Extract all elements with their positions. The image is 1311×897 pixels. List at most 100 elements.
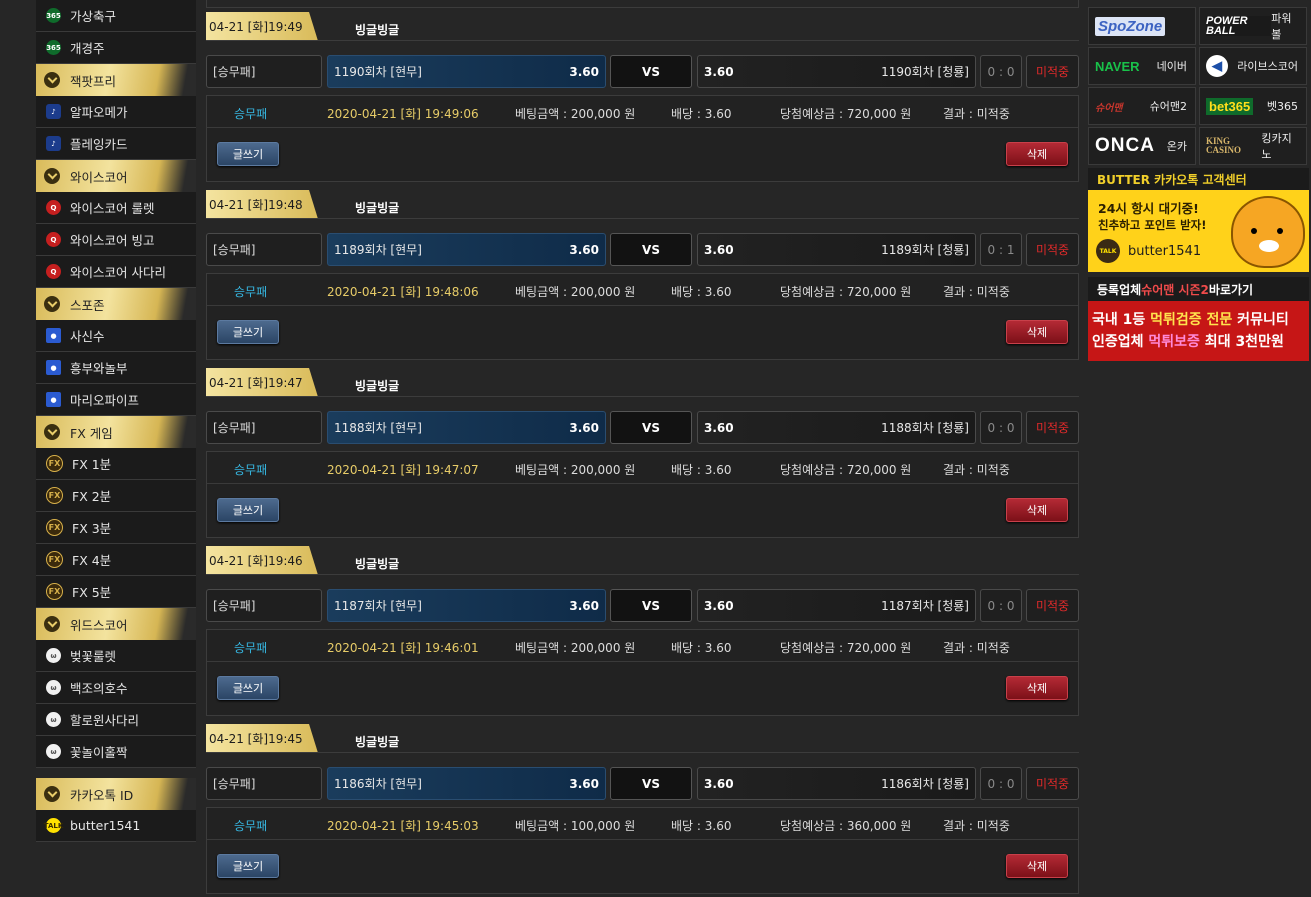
kakao-banner[interactable]: BUTTER 카카오톡 고객센터 24시 항시 대기중! 친추하고 포인트 받자… bbox=[1088, 168, 1309, 272]
bet-info-row: 승무패 2020-04-21 [화] 19:48:06 베팅금액 : 200,000… bbox=[207, 274, 1078, 306]
sidebar-item[interactable]: ● 마리오파이프 bbox=[36, 384, 196, 416]
sidebar-item[interactable]: ♪ 플레잉카드 bbox=[36, 128, 196, 160]
away-odds: 3.60 bbox=[704, 420, 734, 435]
sidebar-item[interactable]: ω 할로윈사다리 bbox=[36, 704, 196, 736]
partner-onca-link[interactable]: ONCA 온카 bbox=[1088, 127, 1196, 165]
away-team-pick[interactable]: 3.60 1189회차 [청룡] bbox=[697, 233, 976, 266]
detail-type: 승무패 bbox=[234, 819, 268, 833]
status-badge: 미적중 bbox=[1026, 55, 1079, 88]
partner-livescore-link[interactable]: ◀ 라이브스코어 bbox=[1199, 47, 1307, 85]
reg-l2-b: 먹튀보증 bbox=[1148, 334, 1200, 350]
sidebar-item[interactable]: Q 와이스코어 빙고 bbox=[36, 224, 196, 256]
sidebar-item[interactable]: TALK butter1541 bbox=[36, 810, 196, 842]
home-team-pick[interactable]: 1189회차 [현무] 3.60 bbox=[327, 233, 606, 266]
fx-icon: FX bbox=[46, 487, 63, 504]
sidebar-item[interactable]: ● 사신수 bbox=[36, 320, 196, 352]
partner-powerball-link[interactable]: POWER BALL 파워볼 bbox=[1199, 7, 1307, 45]
write-button[interactable]: 글쓰기 bbox=[217, 854, 279, 878]
sidebar-item[interactable]: Q 와이스코어 룰렛 bbox=[36, 192, 196, 224]
home-team-pick[interactable]: 1186회차 [현무] 3.60 bbox=[327, 767, 606, 800]
registered-site-banner[interactable]: 등록업체 슈어맨 시즌2 바로가기 국내 1등 먹튀검증 전문 커뮤니티 인증업… bbox=[1088, 277, 1309, 361]
away-team-pick[interactable]: 3.60 1186회차 [청룡] bbox=[697, 767, 976, 800]
spozone-icon: ● bbox=[46, 360, 61, 375]
write-button[interactable]: 글쓰기 bbox=[217, 142, 279, 166]
detail-odds: 배당 : 3.60 bbox=[671, 819, 732, 833]
home-team-pick[interactable]: 1190회차 [현무] 3.60 bbox=[327, 55, 606, 88]
status-badge: 미적중 bbox=[1026, 411, 1079, 444]
delete-button[interactable]: 삭제 bbox=[1006, 676, 1068, 700]
write-button[interactable]: 글쓰기 bbox=[217, 676, 279, 700]
sidebar-group-label: 스포존 bbox=[70, 297, 105, 313]
partner-label: 슈어맨2 bbox=[1149, 100, 1187, 113]
write-button[interactable]: 글쓰기 bbox=[217, 498, 279, 522]
partner-label: 네이버 bbox=[1156, 60, 1187, 73]
delete-button[interactable]: 삭제 bbox=[1006, 854, 1068, 878]
sidebar-item[interactable]: FX FX 2분 bbox=[36, 480, 196, 512]
status-badge: 미적중 bbox=[1026, 589, 1079, 622]
detail-datetime: 2020-04-21 [화] 19:49:06 bbox=[327, 107, 479, 121]
kakao-banner-line2: 친추하고 포인트 받자! bbox=[1098, 218, 1207, 232]
partner-label: 온카 bbox=[1166, 140, 1187, 153]
away-team-name: 1186회차 [청룡] bbox=[881, 777, 969, 791]
partner-bet365-link[interactable]: bet365 벳365 bbox=[1199, 87, 1307, 125]
detail-amount: 베팅금액 : 100,000 원 bbox=[515, 819, 636, 833]
detail-expected-win: 당첨예상금 : 720,000 원 bbox=[780, 463, 912, 477]
away-team-pick[interactable]: 3.60 1188회차 [청룡] bbox=[697, 411, 976, 444]
reg-banner-title: 등록업체 슈어맨 시즌2 바로가기 bbox=[1088, 277, 1309, 301]
partner-label: 파워볼 bbox=[1271, 12, 1292, 41]
detail-type: 승무패 bbox=[234, 641, 268, 655]
spozone-icon: ● bbox=[46, 328, 61, 343]
sidebar-item[interactable]: ω 백조의호수 bbox=[36, 672, 196, 704]
sidebar-group-header[interactable]: 위드스코어 bbox=[36, 608, 196, 640]
sidebar-item[interactable]: Q 와이스코어 사다리 bbox=[36, 256, 196, 288]
write-button[interactable]: 글쓰기 bbox=[217, 320, 279, 344]
sidebar-group-header[interactable]: 카카오톡 ID bbox=[36, 778, 196, 810]
sidebar-item[interactable]: 365 개경주 bbox=[36, 32, 196, 64]
bet-type-cell: [승무패] bbox=[206, 411, 322, 444]
bet-card: 04-21 [화]19:48 빙글빙글 [승무패] 1189회차 [현무] 3.60 VS… bbox=[206, 188, 1079, 360]
reg-l2-c: 최대 3천만원 bbox=[1199, 334, 1284, 350]
detail-datetime: 2020-04-21 [화] 19:48:06 bbox=[327, 285, 479, 299]
reg-banner-line1: 국내 1등 먹튀검증 전문 커뮤니티 bbox=[1092, 309, 1289, 329]
partner-kingcasino-link[interactable]: KING CASINO 킹카지노 bbox=[1199, 127, 1307, 165]
sidebar-item[interactable]: FX FX 3분 bbox=[36, 512, 196, 544]
powerball-logo-icon: POWER BALL bbox=[1206, 16, 1272, 37]
sidebar-group-header[interactable]: FX 게임 bbox=[36, 416, 196, 448]
sidebar-item[interactable]: ♪ 알파오메가 bbox=[36, 96, 196, 128]
sidebar-item-label: FX 2분 bbox=[72, 489, 112, 504]
partner-naver-link[interactable]: NAVER 네이버 bbox=[1088, 47, 1196, 85]
partner-sureman-link[interactable]: 슈어맨 슈어맨2 bbox=[1088, 87, 1196, 125]
detail-datetime: 2020-04-21 [화] 19:45:03 bbox=[327, 819, 479, 833]
home-team-name: 1188회차 [현무] bbox=[334, 421, 422, 435]
home-team-pick[interactable]: 1187회차 [현무] 3.60 bbox=[327, 589, 606, 622]
sidebar-item[interactable]: 365 가상축구 bbox=[36, 0, 196, 32]
bet-info-row: 승무패 2020-04-21 [화] 19:46:01 베팅금액 : 200,000… bbox=[207, 630, 1078, 662]
delete-button[interactable]: 삭제 bbox=[1006, 498, 1068, 522]
bet-type-cell: [승무패] bbox=[206, 589, 322, 622]
delete-button[interactable]: 삭제 bbox=[1006, 320, 1068, 344]
onca-logo-icon: ONCA bbox=[1095, 135, 1155, 156]
sidebar-group-header[interactable]: 스포존 bbox=[36, 288, 196, 320]
partner-spozone-link[interactable]: SpoZone bbox=[1088, 7, 1196, 45]
sidebar-item[interactable]: ● 흥부와놀부 bbox=[36, 352, 196, 384]
sidebar-group-label: 와이스코어 bbox=[70, 169, 128, 185]
home-odds: 3.60 bbox=[569, 598, 599, 613]
delete-button[interactable]: 삭제 bbox=[1006, 142, 1068, 166]
away-team-pick[interactable]: 3.60 1190회차 [청룡] bbox=[697, 55, 976, 88]
sidebar-group-label: 위드스코어 bbox=[70, 617, 128, 633]
spozone-icon: ● bbox=[46, 392, 61, 407]
detail-odds: 배당 : 3.60 bbox=[671, 285, 732, 299]
sidebar-item[interactable]: FX FX 1분 bbox=[36, 448, 196, 480]
sidebar-group-header[interactable]: 와이스코어 bbox=[36, 160, 196, 192]
sidebar-group-header[interactable]: 잭팟프리 bbox=[36, 64, 196, 96]
sidebar-item[interactable]: ω 벚꽃룰렛 bbox=[36, 640, 196, 672]
away-team-name: 1189회차 [청룡] bbox=[881, 243, 969, 257]
sidebar-item[interactable]: FX FX 4분 bbox=[36, 544, 196, 576]
sidebar-item[interactable]: ω 꽃놀이홀짝 bbox=[36, 736, 196, 768]
away-team-pick[interactable]: 3.60 1187회차 [청룡] bbox=[697, 589, 976, 622]
sidebar-item[interactable]: FX FX 5분 bbox=[36, 576, 196, 608]
bet-match-row: [승무패] 1188회차 [현무] 3.60 VS 3.60 1188회차 [청룡] 0 :… bbox=[206, 411, 1079, 444]
kakaotalk-icon: TALK bbox=[44, 818, 63, 833]
home-team-pick[interactable]: 1188회차 [현무] 3.60 bbox=[327, 411, 606, 444]
detail-type: 승무패 bbox=[234, 285, 268, 299]
